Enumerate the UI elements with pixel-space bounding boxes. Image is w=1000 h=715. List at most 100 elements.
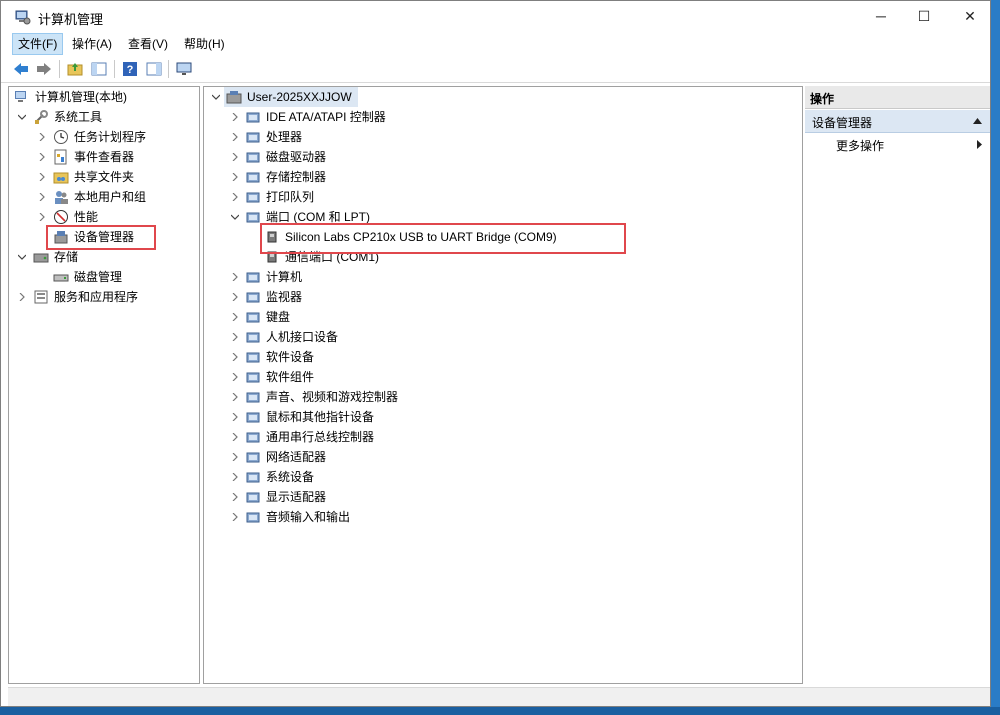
chevron-right-icon: [232, 193, 238, 201]
tree-services-apps-label: 服务和应用程序: [54, 290, 139, 304]
device-category[interactable]: 监视器: [204, 287, 802, 307]
tree-shared-folders[interactable]: 共享文件夹: [9, 167, 199, 187]
menu-view[interactable]: 查看(V): [123, 34, 173, 54]
device-category[interactable]: 系统设备: [204, 467, 802, 487]
tree-system-tools-label: 系统工具: [54, 110, 103, 124]
minimize-button[interactable]: ─: [858, 1, 904, 31]
chevron-right-icon: [232, 273, 238, 281]
device-category[interactable]: IDE ATA/ATAPI 控制器: [204, 107, 802, 127]
status-bar: [8, 687, 990, 706]
device-category-label: 存储控制器: [266, 170, 327, 184]
chevron-right-icon: [232, 153, 238, 161]
menu-action[interactable]: 操作(A): [67, 34, 117, 54]
device-tree-computer[interactable]: User-2025XXJJOW: [204, 87, 802, 107]
device-category[interactable]: 显示适配器: [204, 487, 802, 507]
device-category-label: 声音、视频和游戏控制器: [266, 390, 399, 404]
storage-controller-icon: [246, 172, 260, 183]
actions-section-device-manager[interactable]: 设备管理器: [805, 110, 990, 133]
device-category[interactable]: 网络适配器: [204, 447, 802, 467]
services-icon: [34, 290, 48, 304]
show-hide-tree-button[interactable]: [89, 59, 109, 79]
actions-header: 操作: [805, 86, 990, 109]
device-category-label: 键盘: [266, 310, 291, 324]
device-category[interactable]: 打印队列: [204, 187, 802, 207]
event-log-icon: [54, 149, 67, 165]
system-device-icon: [246, 472, 260, 483]
close-button[interactable]: ✕: [947, 1, 993, 31]
chevron-right-icon: [39, 193, 45, 201]
menu-file[interactable]: 文件(F): [12, 33, 64, 55]
tree-system-tools[interactable]: 系统工具: [9, 107, 199, 127]
tree-services-apps[interactable]: 服务和应用程序: [9, 287, 199, 307]
tree-event-viewer[interactable]: 事件查看器: [9, 147, 199, 167]
device-category-label: 软件设备: [266, 350, 315, 364]
more-actions-label: 更多操作: [836, 139, 885, 153]
device-category[interactable]: 音频输入和输出: [204, 507, 802, 527]
ide-controller-icon: [246, 112, 260, 123]
performance-icon: [54, 210, 68, 224]
tree-root-label: 计算机管理(本地): [35, 90, 127, 104]
device-category-label: 软件组件: [266, 370, 315, 384]
chevron-right-icon: [232, 413, 238, 421]
tree-local-users-label: 本地用户和组: [74, 190, 147, 204]
action-pane-icon: [146, 62, 162, 76]
chevron-right-icon: [19, 293, 25, 301]
device-category[interactable]: 计算机: [204, 267, 802, 287]
collapse-up-icon: [973, 118, 982, 124]
chevron-right-icon: [232, 333, 238, 341]
chevron-right-icon: [232, 373, 238, 381]
chevron-right-icon: [39, 173, 45, 181]
computer-icon: [246, 272, 260, 283]
tree-event-viewer-label: 事件查看器: [74, 150, 135, 164]
device-category[interactable]: 存储控制器: [204, 167, 802, 187]
device-category[interactable]: 磁盘驱动器: [204, 147, 802, 167]
device-category-label: 网络适配器: [266, 450, 327, 464]
device-category[interactable]: 人机接口设备: [204, 327, 802, 347]
clock-icon: [54, 130, 68, 144]
device-category-label: 显示适配器: [266, 490, 327, 504]
device-category[interactable]: 软件组件: [204, 367, 802, 387]
mouse-icon: [246, 412, 260, 423]
device-category[interactable]: 声音、视频和游戏控制器: [204, 387, 802, 407]
device-tree-pane: User-2025XXJJOW IDE ATA/ATAPI 控制器处理器磁盘驱动…: [203, 86, 803, 684]
device-category[interactable]: 键盘: [204, 307, 802, 327]
device-category-label: 处理器: [266, 130, 303, 144]
console-tree-pane: 计算机管理(本地) 系统工具 任务计划程序 事件查看器 共享文件夹 本地用户和组: [8, 86, 200, 684]
chevron-right-icon: [232, 453, 238, 461]
tree-task-scheduler[interactable]: 任务计划程序: [9, 127, 199, 147]
disk-icon: [53, 274, 69, 282]
tree-disk-management[interactable]: 磁盘管理: [9, 267, 199, 287]
help-button[interactable]: ?: [120, 59, 140, 79]
users-icon: [55, 191, 68, 204]
tree-root[interactable]: 计算机管理(本地): [9, 87, 199, 107]
monitor-button[interactable]: [174, 59, 194, 79]
back-button[interactable]: [11, 59, 31, 79]
chevron-down-icon: [231, 214, 239, 220]
device-category-label: 音频输入和输出: [266, 510, 351, 524]
menu-bar: 文件(F) 操作(A) 查看(V) 帮助(H): [1, 33, 990, 55]
tree-local-users[interactable]: 本地用户和组: [9, 187, 199, 207]
usb-controller-icon: [246, 432, 260, 443]
chevron-right-icon: [232, 353, 238, 361]
device-category-label: 磁盘驱动器: [266, 150, 327, 164]
more-actions[interactable]: 更多操作: [805, 134, 990, 154]
show-hide-action-pane-button[interactable]: [144, 59, 164, 79]
device-category[interactable]: 软件设备: [204, 347, 802, 367]
device-category-label: 人机接口设备: [266, 330, 339, 344]
tree-performance[interactable]: 性能: [9, 207, 199, 227]
keyboard-icon: [246, 312, 260, 323]
highlight-box-cp210x: [260, 223, 626, 254]
processor-icon: [246, 132, 260, 143]
device-category[interactable]: 通用串行总线控制器: [204, 427, 802, 447]
up-level-button[interactable]: [65, 59, 85, 79]
title-bar: 计算机管理 ─ ☐ ✕: [1, 1, 990, 33]
device-category[interactable]: 处理器: [204, 127, 802, 147]
tree-storage[interactable]: 存储: [9, 247, 199, 267]
forward-button[interactable]: [34, 59, 54, 79]
menu-help[interactable]: 帮助(H): [179, 34, 230, 54]
network-adapter-icon: [246, 452, 260, 463]
port-icon: [246, 212, 260, 223]
device-category[interactable]: 鼠标和其他指针设备: [204, 407, 802, 427]
device-category-label: 系统设备: [266, 470, 315, 484]
maximize-button[interactable]: ☐: [901, 1, 947, 31]
